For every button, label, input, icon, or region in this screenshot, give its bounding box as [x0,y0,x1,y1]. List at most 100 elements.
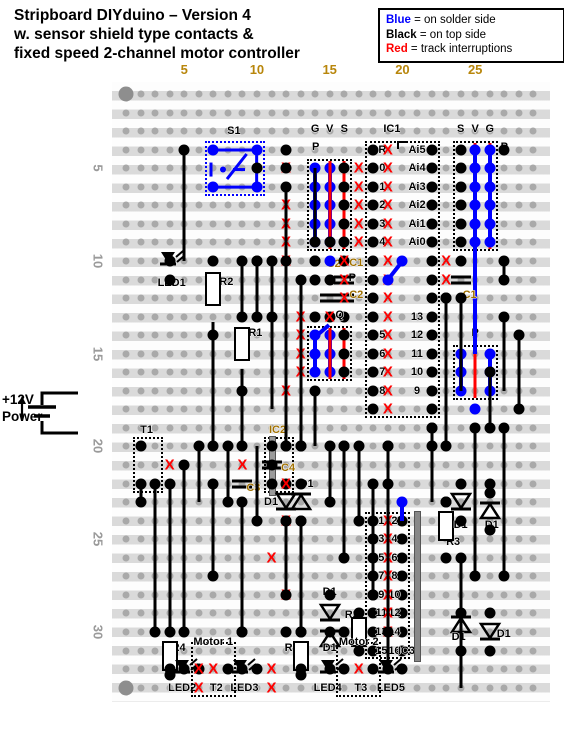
wire-col24b [459,557,463,632]
track-interruption: X [353,215,364,233]
sensor-header-top-pin [338,181,350,193]
track-interruption: X [339,271,350,288]
wire-node [309,311,321,323]
legend-key-black: Black [386,28,417,41]
power-label-voltage: +12V [2,392,34,407]
R2-node [207,440,219,452]
wire-node [149,626,161,638]
wire-r1-top [240,279,244,317]
wire-node [382,626,394,638]
header-label-G-right: G [485,123,495,136]
IC1-pin-right [426,385,438,397]
track-interruption: X [382,289,393,307]
sensor-header-right-pin [455,199,467,211]
solder-node-right [469,403,481,415]
wire-node [324,236,336,248]
row-tick-30: 30 [90,624,106,640]
wire-node [309,255,321,267]
wire-node [164,663,176,675]
IC1-pin-right [426,292,438,304]
IC1-pin-right [426,218,438,230]
IC1-pin-left [367,162,379,174]
wire-node [295,515,307,527]
R3b-lead [353,607,365,619]
wire-node [353,440,365,452]
IC1-pin-label-right: Ai0 [408,236,426,249]
wire-node [193,440,205,452]
legend-item-black: Black = on top side [386,28,558,43]
wire-node [222,496,234,508]
IC1-pin-right [426,274,438,285]
legend-box: Blue = on solder side Black = on top sid… [378,8,564,63]
T1-pin [135,440,147,452]
track-cut-line [473,346,477,398]
wire-node [280,181,292,193]
IC1-pin-right [426,348,438,360]
cap-node [324,255,336,267]
power-input-symbol: +12V Power [0,383,112,443]
sensor-header-right-pin [455,236,467,248]
sensor-header-top-pin [338,162,350,174]
page-title: Stripboard DIYduino – Version 4 w. senso… [14,6,374,63]
wire-node [498,422,510,434]
row-tick-5: 5 [90,164,106,172]
legend-text-blue: = on solder side [410,14,496,26]
label-C4: C4 [281,462,296,474]
label-D1d: D1 [322,641,337,654]
D1f-lead [484,524,496,536]
title-line-2: w. sensor shield type contacts & [14,26,254,43]
wire-node [236,496,248,508]
track-interruption: X [382,345,393,363]
D1b-lead [295,478,307,490]
sensor-header-mid-pin [338,348,350,360]
wire-col12 [284,186,288,261]
IC3-pin-right [396,533,408,545]
wire-node [178,144,190,156]
label-R1: R1 [248,327,263,340]
wire-node [382,478,394,490]
IC1-pin-left [367,199,379,211]
C1b-symbol [448,271,474,289]
wire-node [280,589,292,601]
Motor1-pin [222,663,234,675]
wire-col12b [284,260,288,447]
column-ruler: 5 10 15 20 25 [112,62,550,82]
wire-col16b [342,483,346,558]
wire-col22 [430,427,434,503]
wire-node [426,440,438,452]
track-interruption: X [382,326,393,344]
wire-node [498,274,510,285]
wire-node [440,292,452,304]
wire-node [484,422,496,434]
R1-wire-bot [240,368,244,447]
row-tick-10: 10 [90,253,106,269]
column-tick-10: 10 [249,62,265,77]
sensor-header-top-pin [338,199,350,211]
wire-node [484,366,496,378]
IC3-heatsink [414,510,421,663]
label-D1a: D1 [264,496,279,509]
wire-node [498,570,510,582]
sensor-header-top-pin [338,218,350,230]
wire-col15 [328,446,332,503]
D1e-lead [455,515,467,527]
wire-col11b [270,316,273,410]
wire-node [280,626,292,638]
wire-node [266,255,277,267]
IC1-pin-label-right: 11 [411,347,423,360]
LED1-node [164,274,176,285]
header-label-G: G [310,123,320,136]
Q-solder-wire [307,321,335,345]
track-interruption: X [266,679,277,697]
sensor-header-right-node [498,144,510,156]
wire-node [295,440,307,452]
label-Motor1: Motor 1 [193,635,234,648]
S1-pin [251,181,263,193]
IC1-pin-label-right: 10 [410,366,424,379]
sensor-header-right-rail [487,149,492,243]
IC1-pin-right [426,144,438,156]
IC1-pin-right [426,403,438,415]
Motor2-pin [338,663,350,675]
wire-node [207,570,219,582]
wire-col17 [357,446,361,521]
